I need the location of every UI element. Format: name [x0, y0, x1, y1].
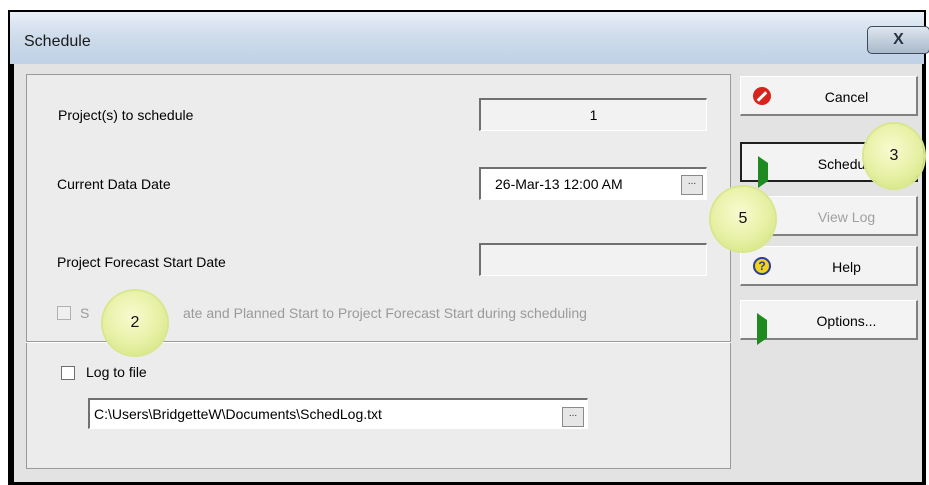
close-button[interactable]: X — [867, 26, 929, 54]
log-path-field[interactable]: C:\Users\BridgetteW\Documents\SchedLog.t… — [88, 398, 588, 429]
log-to-file-checkbox[interactable] — [61, 366, 75, 380]
set-start-checkbox[interactable] — [57, 306, 71, 320]
data-date-browse-button[interactable]: ... — [681, 175, 703, 195]
title-bar[interactable]: Schedule X — [10, 12, 929, 64]
help-label: Help — [832, 259, 861, 275]
projects-count-value: 1 — [589, 107, 598, 123]
ellipsis-icon: ... — [568, 408, 578, 419]
forecast-start-label: Project Forecast Start Date — [57, 254, 226, 270]
help-button[interactable]: ? Help — [740, 246, 918, 286]
close-icon: X — [893, 31, 904, 48]
log-to-file-label: Log to file — [86, 364, 147, 380]
options-label: Options... — [816, 313, 877, 329]
data-date-value: 26-Mar-13 12:00 AM — [495, 176, 623, 192]
callout-2: 2 — [103, 291, 167, 355]
callout-3: 3 — [864, 124, 924, 188]
projects-count-field: 1 — [479, 98, 707, 131]
projects-label: Project(s) to schedule — [58, 107, 194, 123]
callout-5: 5 — [711, 187, 775, 251]
window-title: Schedule — [24, 33, 91, 50]
view-log-label: View Log — [817, 209, 876, 225]
log-path-value: C:\Users\BridgetteW\Documents\SchedLog.t… — [94, 406, 382, 422]
data-date-label: Current Data Date — [57, 176, 171, 192]
set-start-label: ate and Planned Start to Project Forecas… — [183, 305, 587, 321]
cancel-label: Cancel — [824, 89, 869, 105]
options-button[interactable]: Options... — [740, 300, 918, 345]
log-path-browse-button[interactable]: ... — [562, 407, 584, 427]
cancel-button[interactable]: Cancel — [740, 76, 918, 116]
forecast-start-field — [479, 243, 707, 276]
ellipsis-icon: ... — [687, 176, 697, 187]
data-date-field[interactable]: 26-Mar-13 12:00 AM ... — [479, 167, 707, 200]
set-start-label-prefix: S — [80, 305, 90, 321]
